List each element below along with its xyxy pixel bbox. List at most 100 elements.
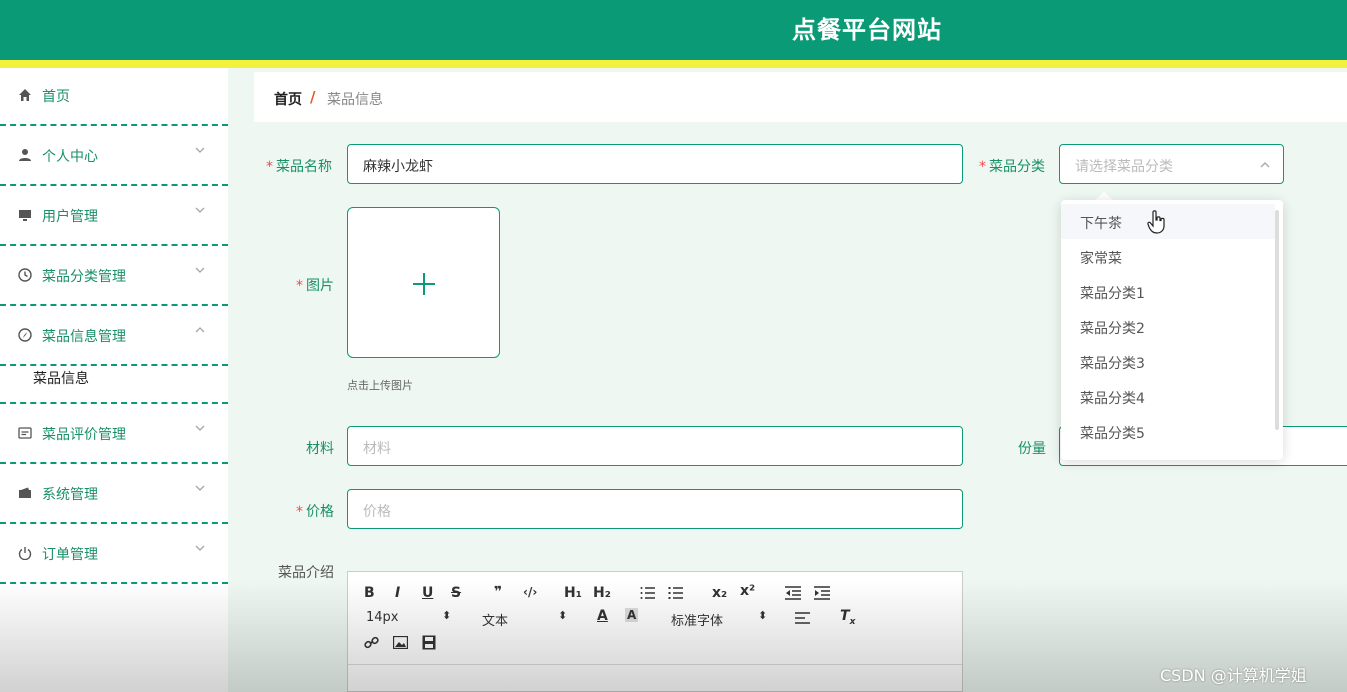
material-placeholder: 材料	[363, 441, 391, 457]
code-button[interactable]: ‹/›	[523, 585, 537, 599]
image-icon[interactable]	[393, 636, 408, 649]
required-mark: *	[266, 159, 273, 175]
image-label: * 图片	[296, 278, 334, 294]
comment-icon	[16, 424, 34, 442]
sidebar-item-label: 用户管理	[42, 209, 98, 225]
breadcrumb: 首页 / 菜品信息	[254, 72, 1347, 122]
sidebar-item-label: 订单管理	[42, 547, 98, 563]
dish-name-label: * 菜品名称	[266, 159, 332, 175]
monitor-icon	[16, 206, 34, 224]
upload-hint: 点击上传图片	[347, 379, 413, 392]
sidebar-item-user-management[interactable]: 用户管理	[0, 188, 228, 246]
category-dropdown: 下午茶 家常菜 菜品分类1 菜品分类2 菜品分类3 菜品分类4 菜品分类5	[1061, 200, 1283, 460]
compass-icon	[16, 326, 34, 344]
chevron-down-icon	[195, 425, 205, 431]
heading1-button[interactable]: H₁	[564, 585, 582, 601]
clock-icon	[16, 266, 34, 284]
chevron-down-icon	[195, 147, 205, 153]
chevron-up-icon	[1260, 162, 1270, 168]
link-icon[interactable]	[364, 635, 379, 650]
header-accent-strip	[0, 60, 1347, 68]
ordered-list-icon[interactable]	[640, 586, 655, 600]
rich-text-editor[interactable]: B I U S ❞ ‹/› H₁ H₂ x₂ x² 14px ⬍ 文本 ⬍ A …	[347, 571, 963, 692]
plus-icon	[413, 273, 435, 295]
sidebar-item-system-management[interactable]: 系统管理	[0, 466, 228, 524]
bold-button[interactable]: B	[364, 585, 375, 601]
breadcrumb-current: 菜品信息	[327, 92, 383, 108]
required-mark: *	[296, 278, 303, 294]
subscript-button[interactable]: x₂	[712, 585, 727, 601]
wallet-icon	[16, 484, 34, 502]
sidebar: 首页 个人中心 用户管理 菜品分类管理 菜品信息管理 菜品信息 菜品评价管理 系…	[0, 68, 228, 692]
material-input[interactable]: 材料	[347, 426, 963, 466]
sidebar-subitem-label: 菜品信息	[33, 371, 89, 387]
chevron-up-icon	[195, 327, 205, 333]
category-option[interactable]: 菜品分类2	[1061, 309, 1275, 344]
sidebar-item-category-management[interactable]: 菜品分类管理	[0, 248, 228, 306]
breadcrumb-separator: /	[310, 88, 316, 106]
category-option[interactable]: 菜品分类5	[1061, 414, 1275, 449]
intro-label: 菜品介绍	[278, 565, 334, 581]
sidebar-item-label: 菜品分类管理	[42, 269, 126, 285]
sidebar-item-home[interactable]: 首页	[0, 68, 228, 126]
chevron-down-icon	[195, 485, 205, 491]
sidebar-item-review-management[interactable]: 菜品评价管理	[0, 406, 228, 464]
align-icon[interactable]	[795, 612, 810, 624]
category-label: * 菜品分类	[979, 159, 1045, 175]
category-placeholder: 请选择菜品分类	[1075, 159, 1173, 175]
strike-button[interactable]: S	[451, 585, 461, 601]
power-icon	[16, 544, 34, 562]
chevron-down-icon	[195, 207, 205, 213]
sidebar-item-label: 个人中心	[42, 149, 98, 165]
image-upload-box[interactable]	[347, 207, 500, 358]
user-icon	[16, 146, 34, 164]
clear-format-button[interactable]: Tx	[840, 608, 855, 627]
background-color-button[interactable]: A	[625, 608, 639, 622]
chevron-down-icon	[195, 267, 205, 273]
category-option[interactable]: 下午茶	[1061, 204, 1275, 239]
price-placeholder: 价格	[363, 504, 391, 520]
home-icon	[16, 86, 34, 104]
category-select[interactable]: 请选择菜品分类	[1059, 144, 1284, 184]
dish-name-input[interactable]: 麻辣小龙虾	[347, 144, 963, 184]
indent-icon[interactable]	[814, 586, 830, 600]
required-mark: *	[979, 159, 986, 175]
quote-button[interactable]: ❞	[494, 584, 502, 600]
hand-pointer-icon	[1147, 210, 1165, 234]
updown-icon: ⬍	[442, 609, 452, 622]
outdent-icon[interactable]	[785, 586, 801, 600]
sidebar-item-label: 菜品评价管理	[42, 427, 126, 443]
watermark: CSDN @计算机学姐	[1160, 666, 1307, 685]
sidebar-item-label: 首页	[42, 89, 70, 105]
dropdown-scrollbar[interactable]	[1275, 210, 1279, 430]
font-family-select[interactable]: 标准字体	[671, 610, 723, 629]
required-mark: *	[296, 504, 303, 520]
category-option[interactable]: 菜品分类3	[1061, 344, 1275, 379]
sidebar-subitem-dish-info[interactable]: 菜品信息	[0, 354, 228, 404]
sidebar-item-label: 菜品信息管理	[42, 329, 126, 345]
chevron-down-icon	[195, 545, 205, 551]
category-option[interactable]: 家常菜	[1061, 239, 1275, 274]
breadcrumb-home[interactable]: 首页	[274, 89, 302, 109]
updown-icon: ⬍	[558, 609, 568, 622]
heading2-button[interactable]: H₂	[593, 585, 611, 601]
category-option[interactable]: 菜品分类4	[1061, 379, 1275, 414]
material-label: 材料	[306, 441, 334, 457]
font-size-select[interactable]: 14px	[366, 610, 399, 625]
category-option[interactable]: 菜品分类1	[1061, 274, 1275, 309]
video-icon[interactable]	[422, 635, 436, 650]
site-title: 点餐平台网站	[792, 16, 942, 44]
sidebar-item-order-management[interactable]: 订单管理	[0, 526, 228, 584]
sidebar-item-personal-center[interactable]: 个人中心	[0, 128, 228, 186]
top-header: 点餐平台网站	[0, 0, 1347, 60]
italic-button[interactable]: I	[395, 585, 400, 601]
underline-button[interactable]: U	[422, 585, 433, 601]
price-label: * 价格	[296, 504, 334, 520]
block-type-select[interactable]: 文本	[482, 610, 508, 629]
bullet-list-icon[interactable]	[668, 586, 683, 600]
sidebar-item-label: 系统管理	[42, 487, 98, 503]
font-color-button[interactable]: A	[597, 608, 608, 624]
superscript-button[interactable]: x²	[740, 583, 755, 599]
dish-name-value: 麻辣小龙虾	[363, 159, 433, 175]
price-input[interactable]: 价格	[347, 489, 963, 529]
